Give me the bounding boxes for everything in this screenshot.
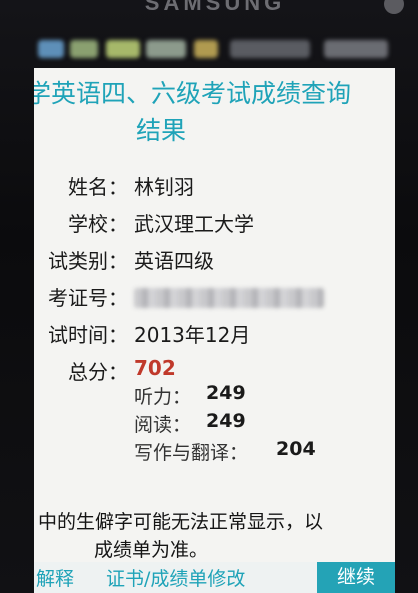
school-value: 武汉理工大学 [134, 212, 254, 236]
exam-time-value: 2013年12月 [134, 323, 251, 347]
listening-label: 听力： [134, 386, 192, 408]
exam-id-redacted [134, 288, 324, 308]
exam-time-row: 试时间： 2013年12月 [34, 319, 395, 353]
title-line-1: 学英语四、六级考试成绩查询 [34, 79, 352, 108]
notice-line-2: 成绩单为准。 [94, 539, 209, 561]
writing-label: 写作与翻译： [134, 442, 249, 464]
notification-icon [70, 40, 98, 58]
phone-frame: SAMSUNG 学英语四、六级考试成绩查询 结果 姓名： 林钊羽 学校： 武汉理… [0, 0, 418, 593]
exam-id-row: 考证号： [34, 282, 395, 316]
school-row: 学校： 武汉理工大学 [34, 208, 395, 242]
exam-time-label: 试时间： [48, 323, 128, 347]
name-value: 林钊羽 [134, 175, 194, 199]
exam-type-value: 英语四级 [134, 249, 214, 273]
notification-icon [106, 40, 140, 58]
writing-row: 写作与翻译： 204 [34, 438, 395, 472]
certificate-edit-link[interactable]: 证书/成绩单修改 [106, 564, 245, 591]
title-line-2: 结果 [136, 116, 187, 145]
bottom-bar: 解释 证书/成绩单修改 继续 [34, 562, 395, 593]
total-score: 702 [134, 356, 176, 380]
notification-icon [146, 40, 186, 58]
brand-logo: SAMSUNG [130, 0, 300, 12]
writing-score: 204 [276, 438, 316, 460]
exam-type-row: 试类别： 英语四级 [34, 245, 395, 279]
name-row: 姓名： 林钊羽 [34, 171, 395, 205]
clock-readout [324, 40, 388, 58]
notification-icon [38, 40, 64, 58]
total-label: 总分： [68, 360, 128, 384]
reading-score: 249 [206, 410, 246, 432]
exam-type-label: 试类别： [48, 249, 128, 273]
notification-icon [194, 40, 218, 58]
listening-score: 249 [206, 382, 246, 404]
name-label: 姓名： [68, 175, 128, 199]
exam-id-label: 考证号： [48, 286, 128, 310]
notice-line-1: 中的生僻字可能无法正常显示，以 [38, 511, 324, 533]
camera-icon [384, 0, 404, 14]
reading-label: 阅读： [134, 414, 192, 436]
status-bar [34, 34, 396, 64]
signal-icon [230, 40, 310, 58]
continue-button[interactable]: 继续 [317, 562, 395, 593]
school-label: 学校： [68, 212, 128, 236]
explain-link[interactable]: 解释 [36, 564, 74, 591]
app-screen: 学英语四、六级考试成绩查询 结果 姓名： 林钊羽 学校： 武汉理工大学 试类别：… [34, 68, 395, 593]
